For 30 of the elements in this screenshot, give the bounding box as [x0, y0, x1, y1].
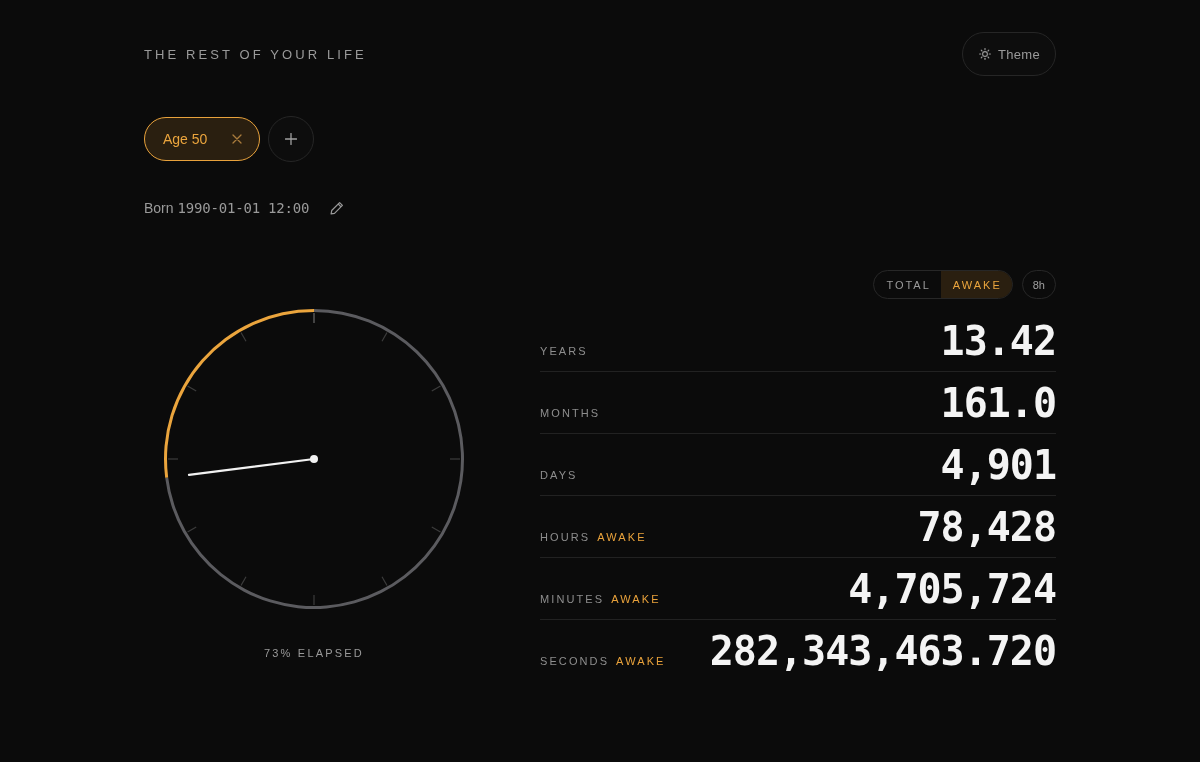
- stat-value: 161.0: [940, 381, 1056, 425]
- stat-label: MONTHS: [540, 407, 601, 419]
- awake-qualifier: AWAKE: [597, 531, 647, 543]
- stat-value: 282,343,463.720: [709, 629, 1056, 673]
- stat-label: YEARS: [540, 345, 588, 357]
- awake-qualifier: AWAKE: [616, 655, 666, 667]
- birth-date: 1990-01-01 12:00: [177, 200, 310, 216]
- stat-value: 4,901: [940, 443, 1056, 487]
- edit-button[interactable]: [330, 201, 345, 215]
- plus-icon: [285, 133, 298, 145]
- pencil-icon: [330, 201, 345, 215]
- theme-button[interactable]: Theme: [962, 32, 1056, 76]
- remove-button[interactable]: [231, 133, 244, 145]
- stat-value: 13.42: [940, 319, 1056, 363]
- stat-label: SECONDS: [540, 655, 610, 667]
- add-button[interactable]: [268, 116, 315, 162]
- mode-tab[interactable]: AWAKE: [940, 271, 1012, 298]
- age-chip[interactable]: Age 50: [144, 117, 261, 161]
- stat-label: MINUTES: [540, 593, 605, 605]
- mode-tab[interactable]: TOTAL: [874, 271, 941, 298]
- page-title: THE REST OF YOUR LIFE: [144, 46, 367, 62]
- stat-value: 4,705,724: [848, 567, 1056, 611]
- elapsed-caption: 73% ELAPSED: [264, 646, 364, 660]
- awake-qualifier: AWAKE: [611, 593, 661, 605]
- birth-label: Born: [144, 200, 174, 216]
- stat-value: 78,428: [917, 505, 1056, 549]
- sun-icon: [979, 48, 992, 60]
- close-icon: [232, 134, 243, 144]
- stat-label: DAYS: [540, 469, 578, 481]
- stat-label: HOURS: [540, 531, 591, 543]
